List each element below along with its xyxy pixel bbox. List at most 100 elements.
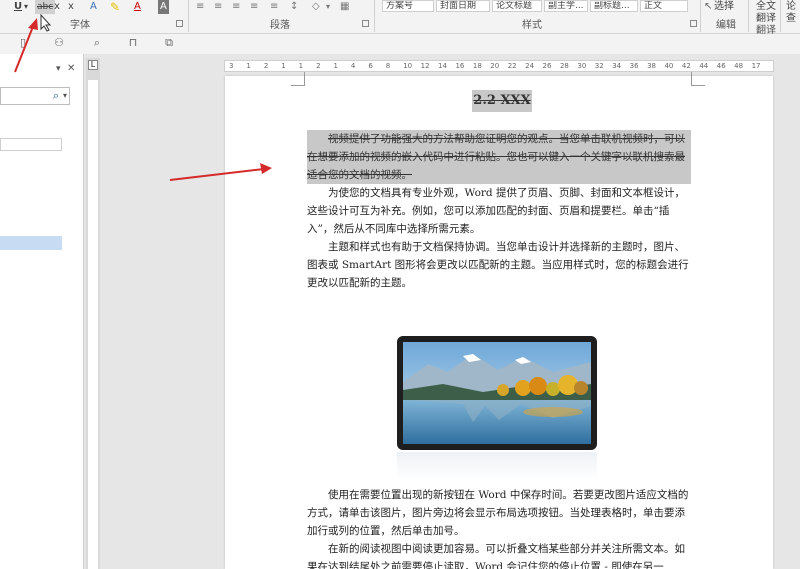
style-item[interactable]: 论文标题 (492, 0, 542, 12)
paragraph-dialog-launcher-icon[interactable] (362, 20, 369, 27)
ruler-tick-label: 4 (350, 62, 356, 70)
landscape-photo[interactable] (397, 336, 597, 450)
highlight-icon[interactable]: ✎ (110, 0, 120, 14)
horizontal-ruler: 3 1 2 1 1 2 1 4 6 8 10 12 14 16 18 20 22 24 26 28 30 32 34 36 38… (224, 60, 774, 72)
ruler-tick-label: 1 (246, 62, 251, 70)
paper-check-label-2[interactable]: 查 (786, 12, 796, 26)
styles-group-label: 样式 (522, 20, 542, 31)
ruler-tick-label: 8 (385, 62, 391, 70)
paragraph-text: 在新的阅读视图中阅读更加容易。可以折叠文档某些部分并关注所需文本。如果在达到结尾… (307, 543, 685, 569)
close-icon[interactable]: ✕ (67, 63, 75, 74)
nav-heading-item[interactable] (0, 138, 62, 151)
mouse-cursor-icon (40, 14, 52, 32)
group-separator (188, 0, 189, 32)
ruler-tick-label: 18 (472, 62, 482, 70)
styles-dialog-launcher-icon[interactable] (690, 20, 697, 27)
ruler-tick-label: 48 (734, 62, 744, 70)
ruler-tick-label: 2 (316, 62, 321, 70)
selected-paragraph[interactable]: 视频提供了功能强大的方法帮助您证明您的观点。当您单击联机视频时，可以在想要添加的… (307, 130, 691, 184)
justify-icon[interactable]: ≡ (250, 0, 258, 14)
group-separator (780, 0, 781, 32)
paragraph-group-label: 段落 (270, 20, 290, 31)
subscript-button[interactable]: x (54, 0, 60, 14)
ruler-tick-label: 44 (699, 62, 709, 70)
lake-mountain-image (403, 342, 591, 444)
search-dropdown-icon[interactable]: ▾ (63, 91, 67, 100)
thumbnail-icon[interactable]: ⧉ (162, 36, 176, 50)
ruler-tick-label: 6 (368, 62, 373, 70)
underline-dropdown-icon[interactable]: ▾ (24, 0, 28, 14)
group-separator (748, 0, 749, 32)
vertical-ruler: L (86, 58, 100, 569)
strikethrough-button[interactable]: abc (35, 0, 56, 14)
underline-button[interactable]: U (14, 0, 22, 14)
ruler-tick-label: 46 (716, 62, 726, 70)
nav-selected-item[interactable] (0, 236, 62, 250)
style-item[interactable]: 方案号 (382, 0, 434, 12)
char-shading-button[interactable]: A (158, 0, 169, 14)
distributed-icon[interactable]: ≡ (270, 0, 278, 14)
page-heading[interactable]: 2.2 XXX (472, 90, 532, 112)
style-item[interactable]: 副主学... (544, 0, 588, 12)
ruler-tick-label: 34 (612, 62, 622, 70)
paragraph[interactable]: 为使您的文档具有专业外观，Word 提供了页眉、页脚、封面和文本框设计，这些设计… (307, 184, 691, 238)
ruler-tick-label: 30 (577, 62, 587, 70)
tab-selector-icon[interactable]: L (88, 60, 98, 70)
nav-dropdown-icon[interactable]: ▾ (56, 64, 61, 74)
image-reflection (397, 452, 597, 480)
ruler-tick-label: 10 (403, 62, 413, 70)
shading-icon[interactable]: ◇ (312, 0, 320, 14)
style-item[interactable]: 封面日期 (436, 0, 490, 12)
style-item[interactable]: 副标题... (590, 0, 638, 12)
font-color-button[interactable]: A (134, 0, 141, 14)
align-right-icon[interactable]: ≡ (232, 0, 240, 14)
shading-dropdown-icon[interactable]: ▾ (326, 0, 330, 14)
text-effects-button[interactable]: A (90, 0, 97, 14)
search-icon[interactable]: ⌕ (53, 89, 59, 103)
find-page-icon[interactable]: ⌕ (90, 36, 104, 50)
paragraph-text: 主题和样式也有助于文档保持协调。当您单击设计并选择新的主题时，图片、图表或 Sm… (307, 241, 689, 289)
headings-icon[interactable]: ⚇ (52, 36, 66, 50)
ruler-tick-label: 16 (455, 62, 465, 70)
align-left-icon[interactable]: ≡ (196, 0, 204, 14)
ruler-tick-label: 36 (629, 62, 639, 70)
select-button[interactable]: 选择 (714, 0, 734, 14)
ruler-tick-label: 38 (647, 62, 656, 70)
ribbon: U ▾ abc x x A ✎ A A 字体 ≡ ≡ ≡ ≡ ≡ ↕ ◇ ▾ ▦… (0, 0, 800, 36)
paragraph-text: 使用在需要位置出现的新按钮在 Word 中保存时间。若要更改图片适应文档的方式，… (307, 489, 689, 537)
ruler-tick-label: 17 (751, 62, 761, 70)
red-arrow-icon (14, 18, 38, 73)
select-icon[interactable]: ↖ (704, 0, 712, 14)
ruler-tick-label: 1 (298, 62, 304, 70)
paragraph[interactable]: 主题和样式也有助于文档保持协调。当您单击设计并选择新的主题时，图片、图表或 Sm… (307, 238, 691, 292)
margin-corner-marker (691, 72, 705, 86)
style-item[interactable]: 正文 (640, 0, 688, 12)
ruler-tick-label: 28 (559, 62, 569, 70)
paragraph-text: 视频提供了功能强大的方法帮助您证明您的观点。当您单击联机视频时，可以在想要添加的… (307, 133, 685, 181)
results-icon[interactable]: ⊓ (126, 36, 140, 50)
group-separator (374, 0, 375, 32)
editing-group-label: 编辑 (716, 20, 736, 31)
borders-icon[interactable]: ▦ (340, 0, 349, 14)
ruler-tick-label: 20 (490, 62, 500, 70)
align-center-icon[interactable]: ≡ (214, 0, 222, 14)
ruler-tick-label: 14 (438, 62, 447, 70)
red-arrow-icon (169, 163, 272, 181)
ruler-tick-label: 12 (420, 62, 430, 70)
superscript-button[interactable]: x (68, 0, 74, 14)
ruler-tick-label: 42 (681, 62, 691, 70)
quick-toolbar: ▯ ⚇ ⌕ ⊓ ⧉ (0, 34, 800, 54)
paragraph[interactable]: 使用在需要位置出现的新按钮在 Word 中保存时间。若要更改图片适应文档的方式，… (307, 486, 691, 540)
line-spacing-icon[interactable]: ↕ (290, 0, 298, 14)
ruler-tick-label: 26 (542, 62, 552, 70)
font-group-label: 字体 (70, 20, 90, 31)
paragraph[interactable]: 在新的阅读视图中阅读更加容易。可以折叠文档某些部分并关注所需文本。如果在达到结尾… (307, 540, 691, 569)
search-input[interactable]: ⌕ ▾ (0, 87, 70, 105)
ruler-tick-label: 40 (664, 62, 674, 70)
document-page[interactable]: 2.2 XXX 视频提供了功能强大的方法帮助您证明您的观点。当您单击联机视频时，… (225, 72, 773, 569)
margin-corner-marker (291, 72, 305, 86)
navigation-pane: ▾ ✕ ⌕ ▾ (0, 54, 84, 569)
font-dialog-launcher-icon[interactable] (176, 20, 183, 27)
ruler-tick-label: 22 (507, 62, 517, 70)
paragraph-text: 为使您的文档具有专业外观，Word 提供了页眉、页脚、封面和文本框设计，这些设计… (307, 187, 685, 235)
